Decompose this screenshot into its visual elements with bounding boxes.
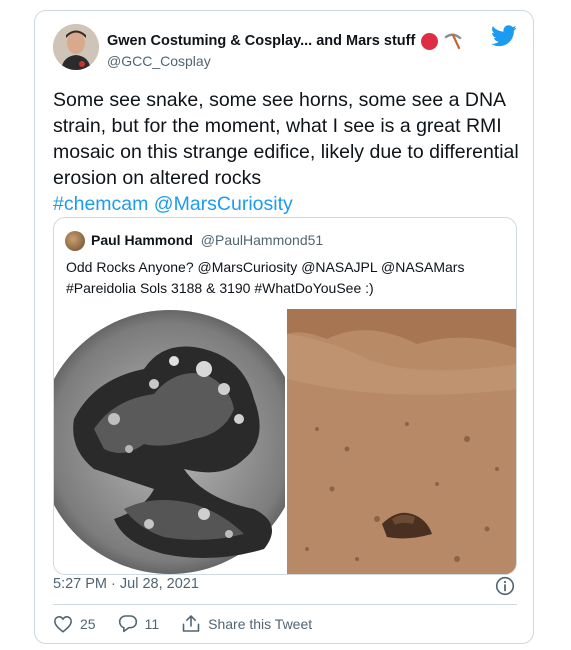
like-button[interactable]: 25	[53, 615, 96, 633]
author-name[interactable]: Gwen Costuming & Cosplay... and Mars stu…	[107, 32, 462, 50]
quoted-author-avatar	[65, 231, 85, 251]
quoted-author-handle: @PaulHammond51	[200, 232, 324, 248]
divider	[53, 604, 517, 605]
quoted-tweet[interactable]: Paul Hammond @PaulHammond51 Odd Rocks An…	[53, 217, 517, 575]
reply-icon	[118, 615, 137, 633]
author-avatar[interactable]	[53, 24, 99, 70]
mars-landscape-image[interactable]	[287, 309, 516, 574]
tweet-text: Some see snake, some see horns, some see…	[53, 87, 523, 217]
reply-count: 11	[144, 615, 160, 632]
share-label: Share this Tweet	[208, 615, 313, 632]
heart-icon	[54, 615, 72, 633]
quoted-author: Paul Hammond @PaulHammond51	[91, 232, 323, 248]
twitter-bird-icon[interactable]	[491, 25, 517, 47]
quoted-tweet-text: Odd Rocks Anyone? @MarsCuriosity @NASAJP…	[66, 259, 465, 296]
pick-icon	[445, 33, 462, 50]
tweet-timestamp[interactable]: 5:27 PM · Jul 28, 2021	[53, 576, 199, 592]
reply-button[interactable]: 11	[118, 614, 160, 633]
author-name-text[interactable]: Gwen Costuming & Cosplay... and Mars stu…	[107, 33, 415, 49]
info-icon[interactable]	[495, 576, 515, 596]
tweet-card[interactable]: Gwen Costuming & Cosplay... and Mars stu…	[34, 10, 534, 644]
hashtag-link[interactable]: #chemcam	[53, 193, 148, 215]
red-circle-icon	[421, 32, 439, 50]
tweet-actions: 25 11 Share this Tweet	[53, 614, 334, 633]
quoted-author-name: Paul Hammond	[91, 232, 193, 248]
quoted-media	[54, 309, 516, 574]
author-handle[interactable]: @GCC_Cosplay	[107, 53, 211, 69]
like-count: 25	[80, 615, 96, 632]
tweet-body: Some see snake, some see horns, some see…	[53, 89, 519, 189]
mention-link[interactable]: @MarsCuriosity	[154, 193, 293, 215]
share-icon	[182, 615, 200, 632]
rmi-mosaic-image[interactable]	[54, 309, 285, 574]
share-button[interactable]: Share this Tweet	[181, 614, 312, 633]
